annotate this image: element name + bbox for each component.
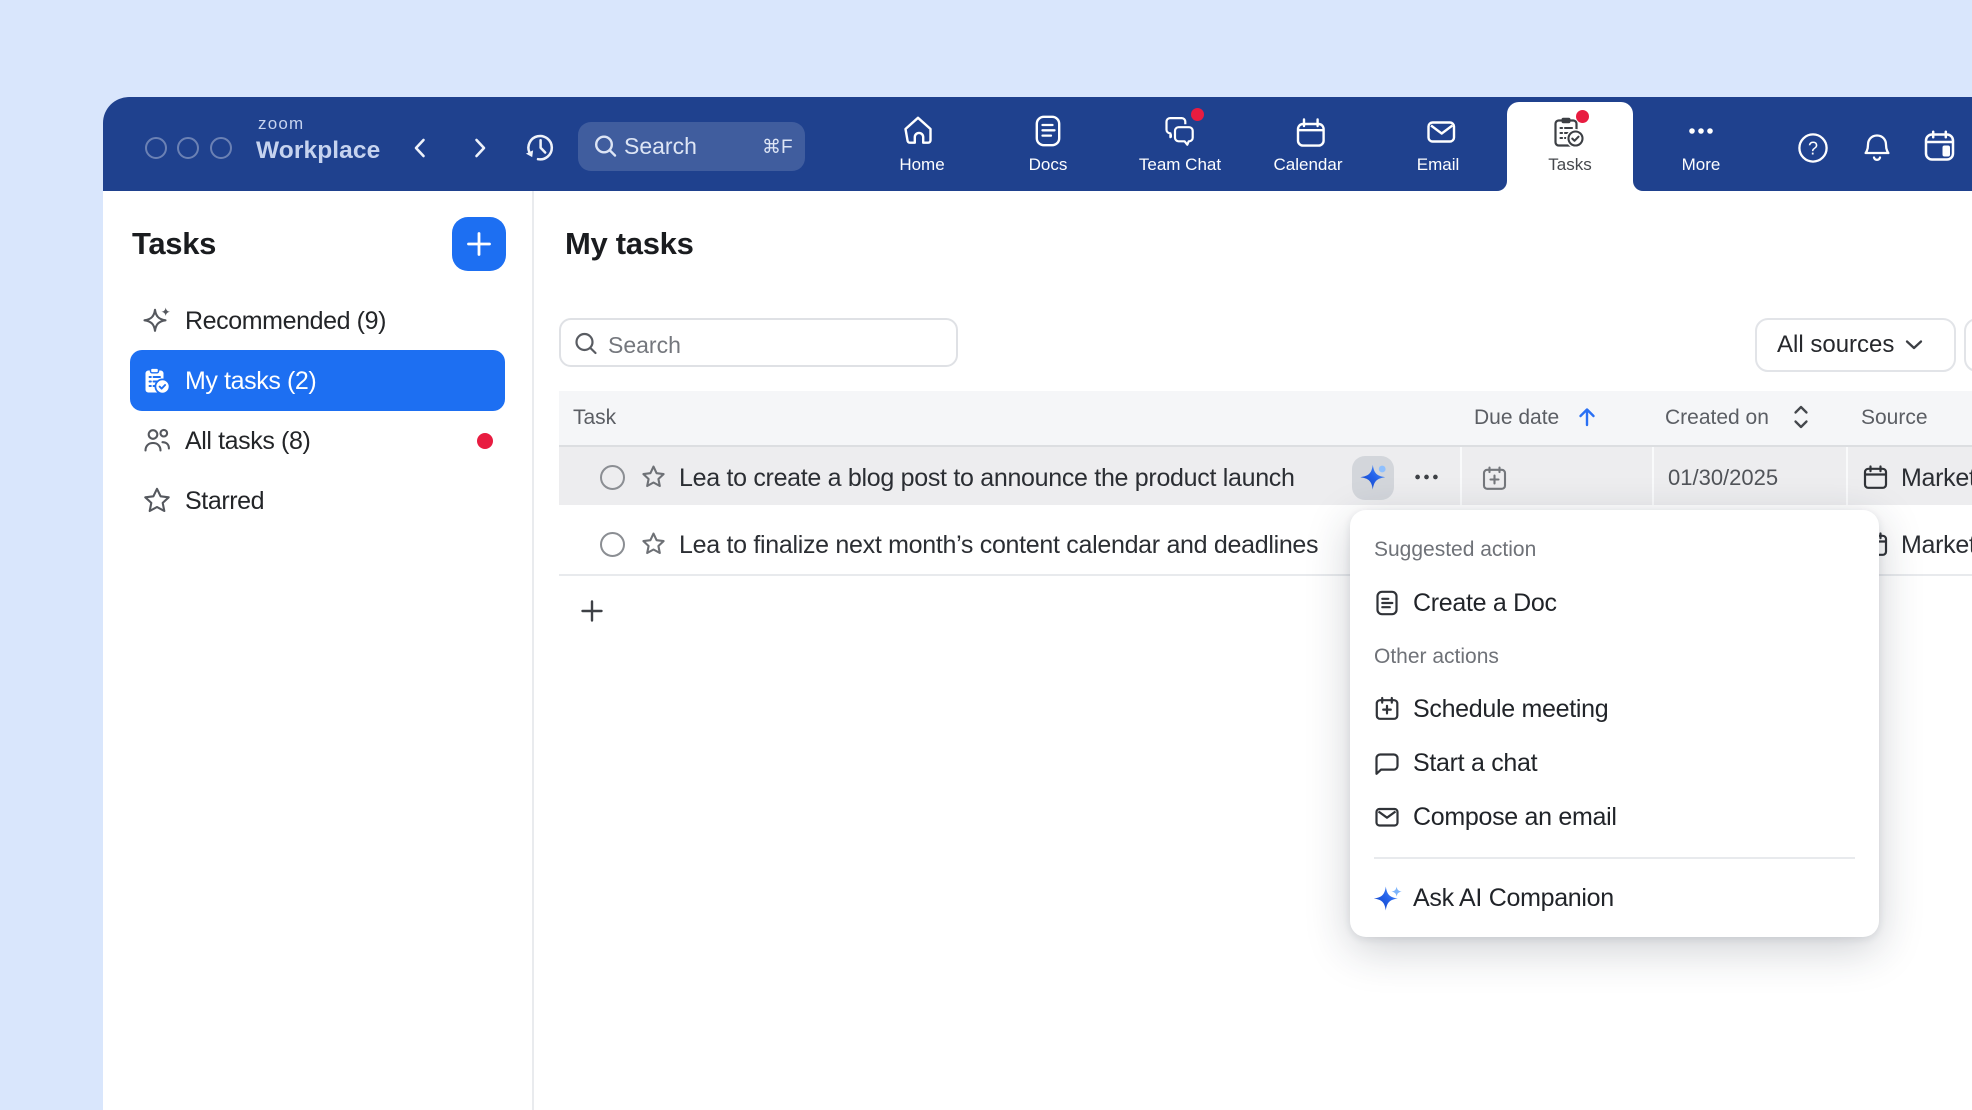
svg-text:?: ? (1808, 139, 1818, 159)
